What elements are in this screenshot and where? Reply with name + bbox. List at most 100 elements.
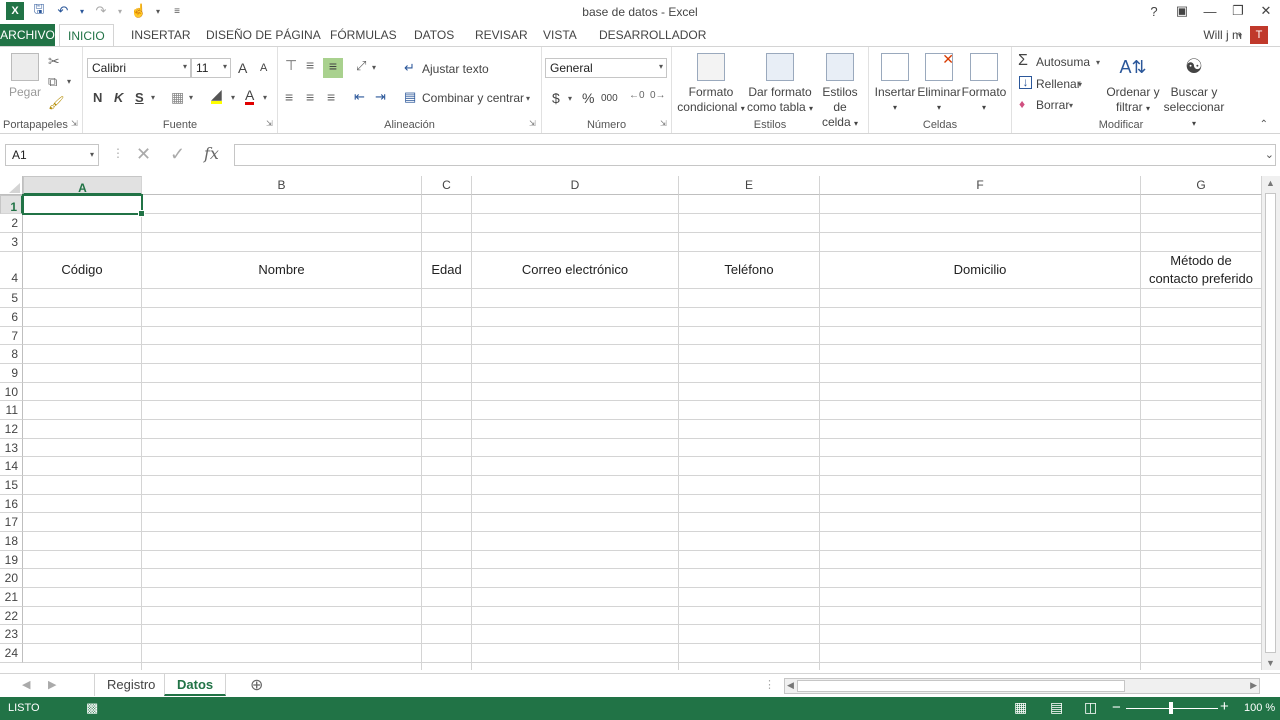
vertical-scrollbar[interactable]: ▲ ▼ (1262, 176, 1280, 670)
row-header[interactable]: 14 (0, 457, 23, 476)
help-button[interactable]: ? (1140, 0, 1168, 22)
user-dropdown-icon[interactable]: ▾ (1238, 31, 1242, 40)
enter-icon[interactable]: ✓ (170, 144, 185, 168)
fill-button[interactable]: Rellenar (1036, 77, 1081, 91)
row-header[interactable]: 6 (0, 308, 23, 327)
column-header-d[interactable]: D (472, 176, 679, 195)
horizontal-scroll-thumb[interactable] (797, 680, 1125, 692)
thousands-button[interactable]: 000 (601, 93, 618, 104)
underline-button[interactable]: S (135, 90, 144, 105)
font-color-dropdown-icon[interactable]: ▾ (263, 93, 267, 102)
scroll-up-icon[interactable]: ▲ (1266, 178, 1275, 188)
close-button[interactable]: ✕ (1252, 0, 1280, 22)
ribbon-display-options-icon[interactable]: ▣ (1168, 0, 1196, 22)
sheet-next-icon[interactable]: ▶ (48, 678, 56, 691)
align-middle-icon[interactable]: ≡ (306, 57, 314, 73)
cell-f4[interactable]: Domicilio (820, 252, 1140, 288)
row-header[interactable]: 19 (0, 551, 23, 569)
underline-dropdown-icon[interactable]: ▾ (151, 93, 155, 102)
row-header[interactable]: 9 (0, 364, 23, 383)
align-right-icon[interactable]: ≡ (327, 89, 335, 105)
avatar[interactable]: T (1250, 26, 1268, 44)
zoom-out-icon[interactable]: − (1112, 699, 1121, 716)
conditional-format-button[interactable]: Formato condicional ▾ (676, 53, 746, 116)
horizontal-scrollbar[interactable]: ◀ ▶ (784, 678, 1260, 694)
cut-icon[interactable]: ✂ (48, 53, 60, 70)
row-header[interactable]: 22 (0, 607, 23, 625)
collapse-ribbon-icon[interactable]: ⌃ (1260, 119, 1268, 130)
zoom-slider-thumb[interactable] (1169, 702, 1173, 714)
clear-button[interactable]: Borrar (1036, 98, 1069, 112)
format-cells-button[interactable]: Formato ▾ (961, 53, 1007, 115)
row-header[interactable]: 15 (0, 476, 23, 495)
borders-dropdown-icon[interactable]: ▾ (189, 93, 193, 102)
tab-inicio[interactable]: INICIO (59, 24, 114, 47)
zoom-in-icon[interactable]: + (1220, 698, 1229, 715)
sheet-prev-icon[interactable]: ◀ (22, 678, 30, 691)
row-header[interactable]: 13 (0, 439, 23, 457)
row-header[interactable]: 5 (0, 289, 23, 308)
clipboard-launcher-icon[interactable]: ⇲ (71, 119, 78, 128)
paste-button[interactable]: Pegar (4, 53, 46, 100)
format-as-table-button[interactable]: Dar formato como tabla ▾ (746, 53, 814, 116)
row-header[interactable]: 8 (0, 345, 23, 364)
cell-c4[interactable]: Edad (422, 252, 471, 288)
orientation-icon[interactable]: ⤢ (356, 58, 366, 74)
page-break-view-icon[interactable]: ◫ (1084, 699, 1097, 716)
tab-datos[interactable]: DATOS (406, 24, 462, 46)
scroll-down-icon[interactable]: ▼ (1266, 658, 1275, 668)
borders-icon[interactable]: ▦ (171, 89, 184, 106)
fill-icon[interactable]: ↓ (1019, 76, 1032, 89)
align-bottom-icon[interactable]: ≡ (323, 58, 343, 78)
cell-d4[interactable]: Correo electrónico (472, 252, 678, 288)
delete-cells-button[interactable]: ✕ Eliminar ▾ (917, 52, 961, 115)
column-header-b[interactable]: B (142, 176, 422, 195)
row-header[interactable]: 17 (0, 513, 23, 532)
column-header-g[interactable]: G (1141, 176, 1262, 195)
increase-decimal-icon[interactable]: ←0 (629, 90, 645, 101)
row-header[interactable]: 20 (0, 569, 23, 588)
font-color-icon[interactable]: A (245, 88, 255, 105)
clear-dropdown-icon[interactable]: ▾ (1069, 101, 1073, 110)
normal-view-icon[interactable]: ▦ (1014, 699, 1027, 716)
tab-formulas[interactable]: FÓRMULAS (322, 24, 405, 46)
font-launcher-icon[interactable]: ⇲ (266, 119, 273, 128)
number-launcher-icon[interactable]: ⇲ (660, 119, 667, 128)
row-header[interactable]: 3 (0, 233, 23, 252)
decrease-indent-icon[interactable]: ⇤ (354, 89, 365, 105)
currency-dropdown-icon[interactable]: ▾ (568, 94, 572, 103)
autosum-dropdown-icon[interactable]: ▾ (1096, 58, 1100, 67)
column-header-e[interactable]: E (679, 176, 820, 195)
decrease-decimal-icon[interactable]: 0→ (650, 90, 666, 101)
cell-a4[interactable]: Código (23, 252, 141, 288)
tab-vista[interactable]: VISTA (535, 24, 585, 46)
wrap-text-button[interactable]: Ajustar texto (422, 62, 489, 76)
cancel-icon[interactable]: ✕ (136, 144, 151, 168)
row-header[interactable]: 16 (0, 495, 23, 513)
spreadsheet-grid[interactable]: A B C D E F G 1 2 3 4 5 6 7 8 9 10 11 12… (0, 176, 1262, 670)
row-header[interactable]: 4 (0, 252, 23, 289)
percent-button[interactable]: % (582, 90, 594, 106)
tab-desarrollador[interactable]: DESARROLLADOR (591, 24, 714, 46)
orientation-dropdown-icon[interactable]: ▾ (372, 63, 376, 72)
merge-dropdown-icon[interactable]: ▾ (526, 94, 530, 103)
row-header[interactable]: 12 (0, 420, 23, 439)
zoom-level[interactable]: 100 % (1244, 702, 1275, 714)
italic-button[interactable]: K (114, 90, 123, 105)
alignment-launcher-icon[interactable]: ⇲ (529, 119, 536, 128)
column-header-f[interactable]: F (820, 176, 1141, 195)
add-sheet-icon[interactable]: ⊕ (250, 675, 263, 695)
cell-g4[interactable]: Método de contacto preferido (1141, 252, 1261, 288)
cell-b4[interactable]: Nombre (142, 252, 421, 288)
fill-dropdown-icon[interactable]: ▾ (231, 93, 235, 102)
row-header[interactable]: 1 (0, 195, 23, 214)
autosum-button[interactable]: Autosuma (1036, 55, 1090, 69)
align-center-icon[interactable]: ≡ (306, 89, 314, 105)
user-name[interactable]: Will j m (1203, 28, 1242, 42)
row-header[interactable]: 21 (0, 588, 23, 607)
vertical-scroll-thumb[interactable] (1265, 193, 1276, 653)
macro-record-icon[interactable]: ▩ (86, 700, 98, 716)
cell-e4[interactable]: Teléfono (679, 252, 819, 288)
row-header[interactable]: 24 (0, 644, 23, 663)
bold-button[interactable]: N (93, 90, 102, 105)
